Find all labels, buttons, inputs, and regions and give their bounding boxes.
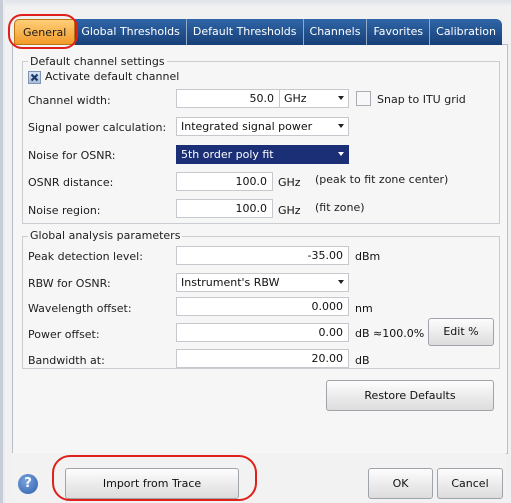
- power-offset-label: Power offset:: [28, 328, 100, 341]
- noise-region-label: Noise region:: [28, 204, 101, 217]
- channel-width-unit-dropdown[interactable]: GHz: [279, 89, 349, 108]
- bandwidth-at-input[interactable]: 20.00: [176, 349, 349, 368]
- rbw-for-osnr-dropdown[interactable]: Instrument's RBW: [176, 273, 349, 292]
- noise-for-osnr-label: Noise for OSNR:: [28, 149, 116, 162]
- restore-defaults-button[interactable]: Restore Defaults: [326, 380, 494, 411]
- peak-detection-unit: dBm: [355, 250, 381, 263]
- chevron-down-icon: [338, 280, 344, 284]
- peak-detection-label: Peak detection level:: [28, 250, 143, 263]
- window-top-edge: [0, 0, 511, 6]
- channel-width-input[interactable]: 50.0: [176, 89, 280, 108]
- channel-width-unit-value: GHz: [284, 92, 307, 105]
- signal-power-calculation-value: Integrated signal power: [181, 120, 313, 133]
- osnr-distance-label: OSNR distance:: [28, 176, 114, 189]
- edit-percent-button[interactable]: Edit %: [428, 318, 494, 346]
- tab-bar: General Global Thresholds Default Thresh…: [14, 19, 502, 45]
- noise-region-input[interactable]: 100.0: [176, 199, 273, 218]
- noise-region-note: (fit zone): [315, 201, 365, 214]
- chevron-down-icon: [338, 124, 344, 128]
- snap-itu-grid-label: Snap to ITU grid: [377, 93, 466, 106]
- tab-default-thresholds[interactable]: Default Thresholds: [186, 19, 304, 45]
- import-from-trace-highlight: [52, 455, 257, 501]
- activate-default-channel-label: Activate default channel: [45, 70, 180, 83]
- ok-button[interactable]: OK: [368, 468, 433, 499]
- signal-power-calculation-label: Signal power calculation:: [28, 121, 167, 134]
- wavelength-offset-label: Wavelength offset:: [28, 302, 132, 315]
- power-offset-unit: dB ≈100.0%: [355, 327, 425, 340]
- help-icon[interactable]: ?: [18, 474, 38, 494]
- signal-power-calculation-dropdown[interactable]: Integrated signal power: [176, 117, 349, 136]
- noise-for-osnr-dropdown[interactable]: 5th order poly fit: [176, 145, 349, 164]
- peak-detection-input[interactable]: -35.00: [176, 246, 349, 265]
- power-offset-input[interactable]: 0.00: [176, 323, 349, 342]
- cancel-button[interactable]: Cancel: [437, 468, 503, 499]
- rbw-for-osnr-value: Instrument's RBW: [181, 276, 280, 289]
- tab-global-thresholds[interactable]: Global Thresholds: [75, 19, 187, 45]
- chevron-down-icon: [338, 96, 344, 100]
- tab-calibration[interactable]: Calibration: [430, 19, 502, 45]
- chevron-down-icon: [338, 152, 344, 156]
- osnr-distance-note: (peak to fit zone center): [315, 173, 449, 186]
- default-channel-group-title: Default channel settings: [28, 55, 167, 68]
- osnr-distance-input[interactable]: 100.0: [176, 172, 273, 191]
- global-analysis-group-title: Global analysis parameters: [28, 229, 183, 242]
- channel-width-label: Channel width:: [28, 94, 111, 107]
- activate-default-channel-checkbox[interactable]: [28, 71, 41, 84]
- tab-favorites[interactable]: Favorites: [367, 19, 431, 45]
- rbw-for-osnr-label: RBW for OSNR:: [28, 277, 111, 290]
- wavelength-offset-input[interactable]: 0.000: [176, 297, 349, 316]
- snap-itu-grid-checkbox[interactable]: [356, 91, 371, 106]
- general-tab-highlight: [8, 14, 78, 49]
- bandwidth-at-unit: dB: [355, 354, 370, 367]
- bandwidth-at-label: Bandwidth at:: [28, 354, 105, 367]
- window-left-edge-inner: [3, 0, 5, 503]
- osnr-distance-unit: GHz: [278, 176, 301, 189]
- noise-for-osnr-value: 5th order poly fit: [181, 148, 274, 161]
- wavelength-offset-unit: nm: [355, 302, 373, 315]
- checkmark-x-icon: [30, 73, 39, 82]
- noise-region-unit: GHz: [278, 204, 301, 217]
- tab-channels[interactable]: Channels: [303, 19, 368, 45]
